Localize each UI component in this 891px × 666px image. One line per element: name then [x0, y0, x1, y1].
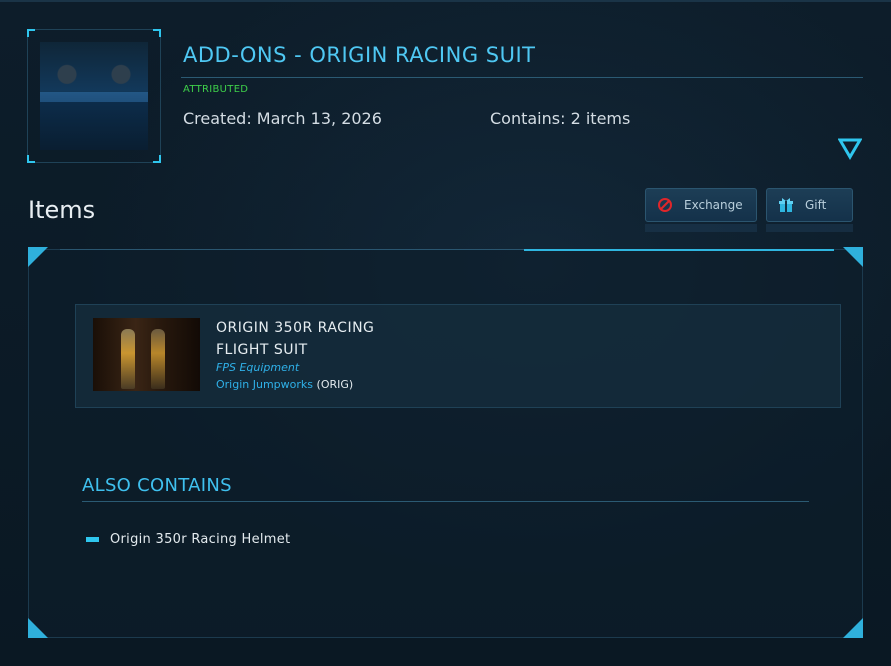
pledge-thumbnail	[27, 29, 161, 163]
pledge-title: ADD-ONS - ORIGIN RACING SUIT	[183, 43, 536, 67]
pledge-image-band	[40, 92, 148, 102]
gift-label: Gift	[805, 198, 827, 212]
status-badge: ATTRIBUTED	[183, 84, 249, 95]
button-reflection	[645, 224, 757, 232]
title-divider	[181, 77, 863, 78]
also-contains-item-label: Origin 350r Racing Helmet	[110, 532, 291, 547]
gift-box-icon	[777, 196, 795, 214]
also-contains-divider	[82, 501, 809, 502]
expand-toggle-icon[interactable]	[837, 138, 863, 160]
top-border	[0, 0, 891, 2]
item-category: FPS Equipment	[216, 361, 300, 374]
bullet-icon	[86, 537, 99, 542]
panel-corner	[843, 618, 863, 638]
item-name-line1: ORIGIN 350R RACING	[216, 320, 375, 336]
exchange-button[interactable]: Exchange	[645, 188, 757, 222]
item-name: ORIGIN 350R RACING FLIGHT SUIT	[216, 317, 416, 361]
panel-top-accent	[524, 249, 834, 251]
panel-top-border	[60, 249, 524, 250]
thumbnail-corner	[153, 29, 161, 37]
panel-corner	[28, 618, 48, 638]
also-contains-heading: ALSO CONTAINS	[82, 475, 232, 496]
manufacturer-name: Origin Jumpworks	[216, 378, 314, 391]
suit-figure	[121, 329, 135, 389]
prohibited-icon	[656, 196, 674, 214]
list-item: Origin 350r Racing Helmet	[86, 532, 290, 547]
thumbnail-corner	[27, 29, 35, 37]
pledge-image	[40, 42, 148, 150]
items-count: Contains: 2 items	[490, 109, 631, 128]
thumbnail-corner	[153, 155, 161, 163]
item-image	[93, 318, 200, 391]
manufacturer-code: ORIG	[320, 378, 349, 391]
item-name-line2: FLIGHT SUIT	[216, 342, 308, 358]
gift-button[interactable]: Gift	[766, 188, 853, 222]
items-heading: Items	[28, 196, 96, 224]
button-reflection	[766, 224, 853, 232]
suit-figure	[151, 329, 165, 389]
panel-corner	[28, 247, 48, 267]
thumbnail-corner	[27, 155, 35, 163]
created-date: Created: March 13, 2026	[183, 109, 382, 128]
item-manufacturer: Origin Jumpworks (ORIG)	[216, 378, 354, 391]
item-card[interactable]: ORIGIN 350R RACING FLIGHT SUIT FPS Equip…	[75, 304, 841, 408]
panel-corner	[843, 247, 863, 267]
exchange-label: Exchange	[684, 198, 743, 212]
